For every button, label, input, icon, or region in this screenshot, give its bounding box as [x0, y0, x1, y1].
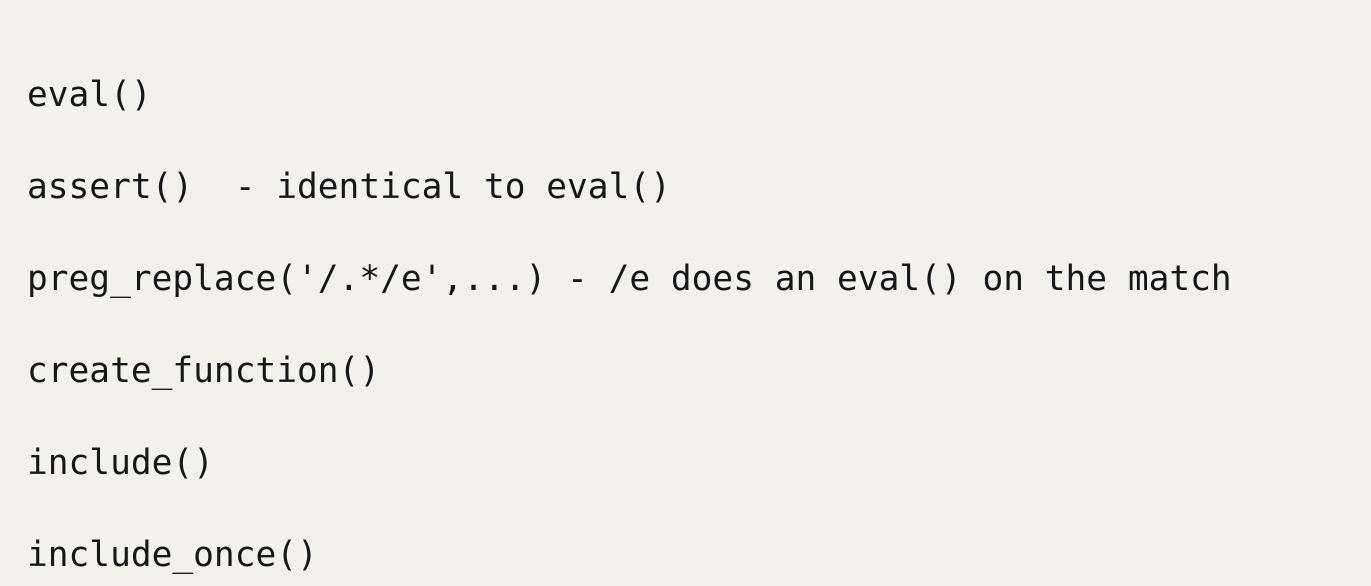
code-line: create_function(): [27, 351, 381, 391]
code-line: include(): [27, 443, 214, 483]
code-line: include_once(): [27, 535, 318, 575]
code-line: eval(): [27, 75, 152, 115]
code-line: assert() - identical to eval(): [27, 167, 671, 207]
code-line: preg_replace('/.*/e',...) - /e does an e…: [27, 259, 1232, 299]
code-listing: eval() assert() - identical to eval() pr…: [0, 0, 1371, 586]
